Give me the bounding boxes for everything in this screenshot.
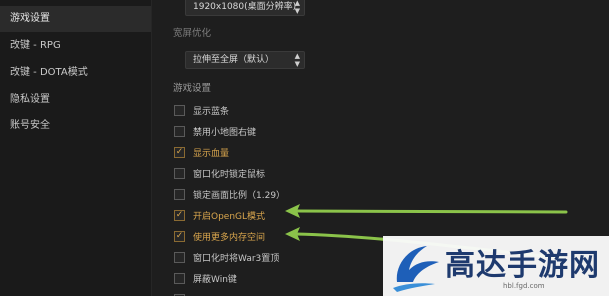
annotation-arrow xyxy=(285,204,568,218)
watermark-text: 高达手游网 xyxy=(445,248,600,283)
watermark-url: hbl.fgd.com xyxy=(503,282,545,290)
watermark-logo-icon xyxy=(393,246,439,292)
watermark: 高达手游网 hbl.fgd.com xyxy=(383,236,609,296)
